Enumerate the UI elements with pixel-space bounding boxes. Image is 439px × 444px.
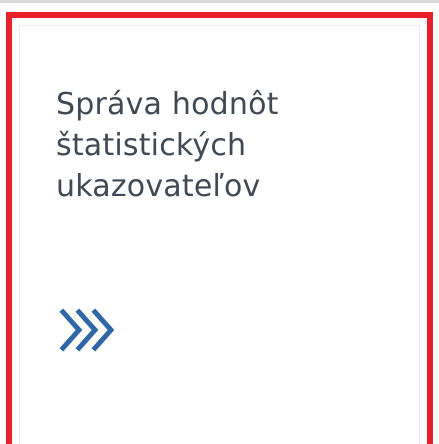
app-tile-highlighted[interactable]: Správa hodnôt štatistických ukazovateľov [6, 12, 433, 444]
tile-container: Správa hodnôt štatistických ukazovateľov [0, 0, 439, 444]
tile-title: Správa hodnôt štatistických ukazovateľov [56, 84, 406, 207]
tile-title-line-3: ukazovateľov [56, 169, 261, 204]
top-divider [0, 0, 439, 3]
tile-title-line-2: štatistických [56, 128, 247, 163]
triple-chevron-right-icon [59, 308, 115, 352]
app-tile[interactable]: Správa hodnôt štatistických ukazovateľov [20, 26, 419, 444]
tile-title-line-1: Správa hodnôt [56, 87, 279, 122]
